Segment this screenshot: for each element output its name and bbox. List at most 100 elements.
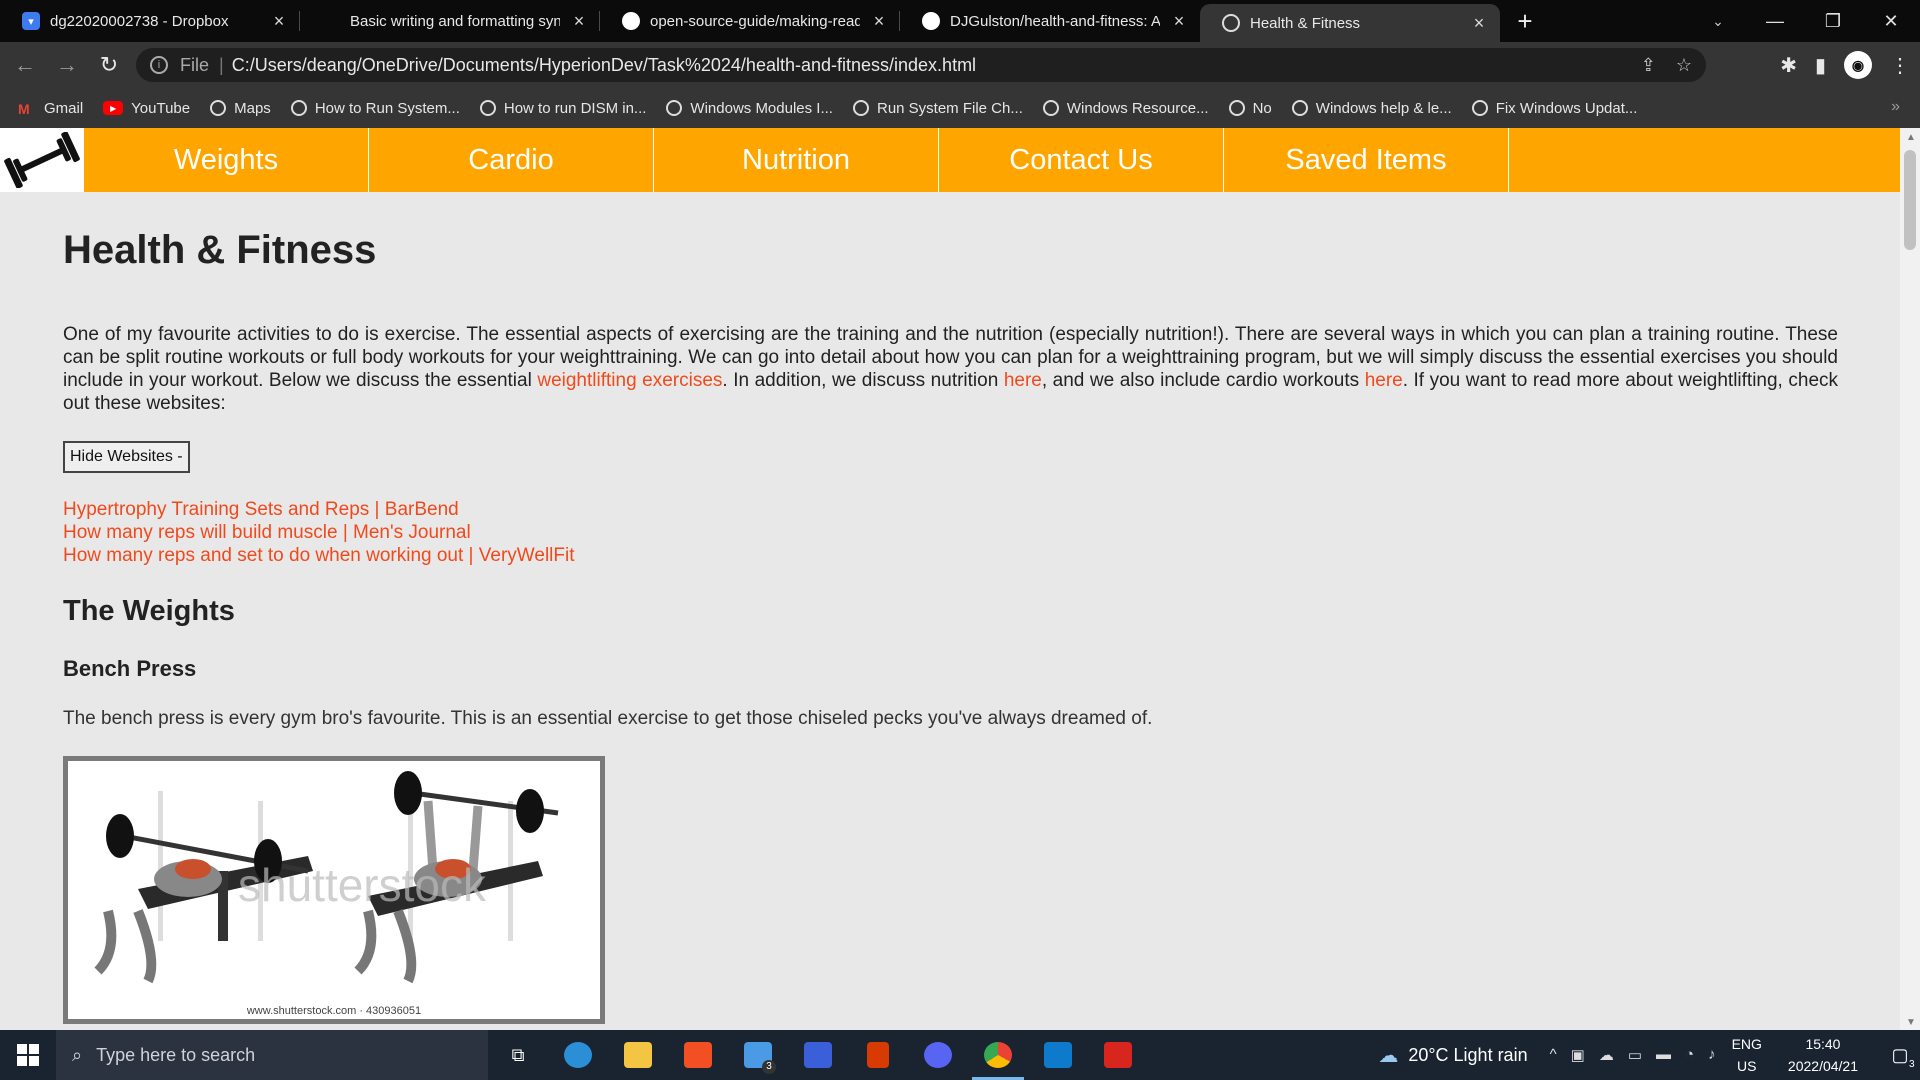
more-bookmarks-button[interactable]: » [1891,98,1900,116]
link-mens-journal[interactable]: How many reps will build muscle | Men's … [63,521,1838,544]
acrobat-icon[interactable] [1088,1030,1148,1080]
new-tab-button[interactable]: + [1500,0,1550,42]
bookmark-star-icon[interactable]: ☆ [1676,55,1692,76]
mail-icon[interactable]: 3 [728,1030,788,1080]
bookmark-item[interactable]: Windows Modules I... [666,100,833,117]
site-nav: Weights Cardio Nutrition Contact Us Save… [0,128,1900,192]
app-icon[interactable] [788,1030,848,1080]
tab-open-source-guide[interactable]: open-source-guide/making-read × [600,0,900,42]
bookmark-item[interactable]: No [1228,100,1272,117]
store-icon[interactable] [668,1030,728,1080]
bookmark-item[interactable]: Fix Windows Updat... [1471,100,1637,117]
nav-cardio[interactable]: Cardio [369,128,654,192]
address-bar[interactable]: i File | C:/Users/deang/OneDrive/Documen… [136,48,1706,82]
forward-button[interactable]: → [50,48,84,82]
nav-contact-us[interactable]: Contact Us [939,128,1224,192]
url-text[interactable]: C:/Users/deang/OneDrive/Documents/Hyperi… [232,55,976,76]
task-view-icon[interactable]: ⧉ [488,1030,548,1080]
dumbbell-logo-icon[interactable] [0,128,84,192]
blank-icon [322,12,340,30]
link-barbend[interactable]: Hypertrophy Training Sets and Reps | Bar… [63,498,1838,521]
info-icon[interactable]: i [150,56,168,74]
battery-icon[interactable]: ▬ [1656,1046,1671,1064]
clock[interactable]: 15:40 2022/04/21 [1788,1033,1858,1077]
file-explorer-icon[interactable] [608,1030,668,1080]
restore-button[interactable]: ❐ [1804,0,1862,42]
globe-icon [1471,100,1488,116]
nav-nutrition[interactable]: Nutrition [654,128,939,192]
scroll-thumb[interactable] [1904,150,1916,250]
bookmark-item[interactable]: How to Run System... [290,100,460,117]
globe-icon [1228,100,1245,116]
minimize-button[interactable]: — [1746,0,1804,42]
page-scrollbar[interactable]: ▲ ▼ [1900,128,1920,1030]
close-window-button[interactable]: ✕ [1862,0,1920,42]
hide-websites-button[interactable]: Hide Websites - [63,441,190,473]
bookmark-gmail[interactable]: M Gmail [18,100,83,118]
tab-djgulston-repo[interactable]: DJGulston/health-and-fitness: A × [900,0,1200,42]
dropbox-icon: ▾ [22,12,40,30]
discord-icon[interactable] [908,1030,968,1080]
bookmark-youtube[interactable]: ▶ YouTube [103,100,190,117]
bookmark-item[interactable]: Windows Resource... [1042,100,1209,117]
github-icon [622,12,640,30]
globe-icon [210,100,227,116]
tab-health-fitness[interactable]: Health & Fitness × [1200,4,1500,42]
windows-start-icon[interactable] [0,1030,56,1080]
notification-icon[interactable]: ▢ 3 [1880,1045,1920,1070]
back-button[interactable]: ← [8,48,42,82]
nav-weights[interactable]: Weights [84,128,369,192]
vscode-icon[interactable] [1028,1030,1088,1080]
close-tab-icon[interactable]: × [1170,11,1188,32]
bookmark-item[interactable]: Windows help & le... [1291,100,1452,117]
close-tab-icon[interactable]: × [1470,13,1488,34]
menu-kebab-icon[interactable]: ⋮ [1890,53,1910,78]
nutrition-link[interactable]: here [1004,370,1042,391]
nav-saved-items[interactable]: Saved Items [1224,128,1509,192]
globe-icon [1222,14,1240,32]
cardio-link[interactable]: here [1365,370,1403,391]
volume-icon[interactable]: ♪ [1708,1046,1716,1064]
tab-dropbox[interactable]: ▾ dg22020002738 - Dropbox × [0,0,300,42]
chrome-icon[interactable] [968,1030,1028,1080]
office-icon[interactable] [848,1030,908,1080]
scroll-up-icon[interactable]: ▲ [1906,132,1916,143]
extensions-icon[interactable]: ✱ [1780,53,1797,78]
display-icon[interactable]: ▭ [1628,1046,1642,1064]
intro-paragraph: One of my favourite activities to do is … [63,324,1839,414]
weightlifting-link[interactable]: weightlifting exercises [537,370,722,391]
reload-button[interactable]: ↻ [92,48,126,82]
taskbar-search[interactable]: ⌕ Type here to search [56,1030,488,1080]
page-title: Health & Fitness [63,228,377,272]
link-verywellfit[interactable]: How many reps and set to do when working… [63,544,1838,567]
side-panel-icon[interactable]: ▮ [1815,53,1826,78]
close-tab-icon[interactable]: × [270,11,288,32]
wifi-icon[interactable]: ◔ [1685,1046,1694,1064]
website-links: Hypertrophy Training Sets and Reps | Bar… [63,498,1838,567]
bookmark-item[interactable]: How to run DISM in... [479,100,646,117]
watermark-text: shutterstock [238,859,487,911]
language-indicator[interactable]: ENG US [1732,1033,1762,1077]
bookmark-item[interactable]: Run System File Ch... [852,100,1023,117]
scroll-down-icon[interactable]: ▼ [1906,1017,1916,1028]
profile-avatar[interactable]: ◉ [1844,51,1872,79]
tab-search-icon[interactable]: ⌄ [1690,0,1746,42]
chevron-up-icon[interactable]: ^ [1550,1046,1557,1064]
onedrive-icon[interactable]: ☁ [1599,1046,1614,1064]
tab-title: DJGulston/health-and-fitness: A [950,12,1160,30]
browser-tabstrip: ▾ dg22020002738 - Dropbox × Basic writin… [0,0,1920,42]
close-tab-icon[interactable]: × [870,11,888,32]
edge-icon[interactable] [548,1030,608,1080]
close-tab-icon[interactable]: × [570,11,588,32]
protocol-label: File [180,54,210,75]
browser-toolbar: ← → ↻ i File | C:/Users/deang/OneDrive/D… [0,42,1920,88]
weather-widget[interactable]: ☁ 20°C Light rain [1378,1043,1527,1068]
bookmark-maps[interactable]: Maps [210,100,271,117]
bookmarks-bar: M Gmail ▶ YouTube Maps How to Run System..… [0,88,1920,128]
meet-icon[interactable]: ▣ [1571,1046,1585,1064]
share-icon[interactable]: ⇪ [1641,55,1656,76]
globe-icon [479,100,496,116]
youtube-icon: ▶ [103,101,124,115]
tab-basic-writing[interactable]: Basic writing and formatting synt × [300,0,600,42]
system-tray: ☁ 20°C Light rain ^ ▣ ☁ ▭ ▬ ◔ ♪ ENG US 1… [1378,1030,1920,1080]
